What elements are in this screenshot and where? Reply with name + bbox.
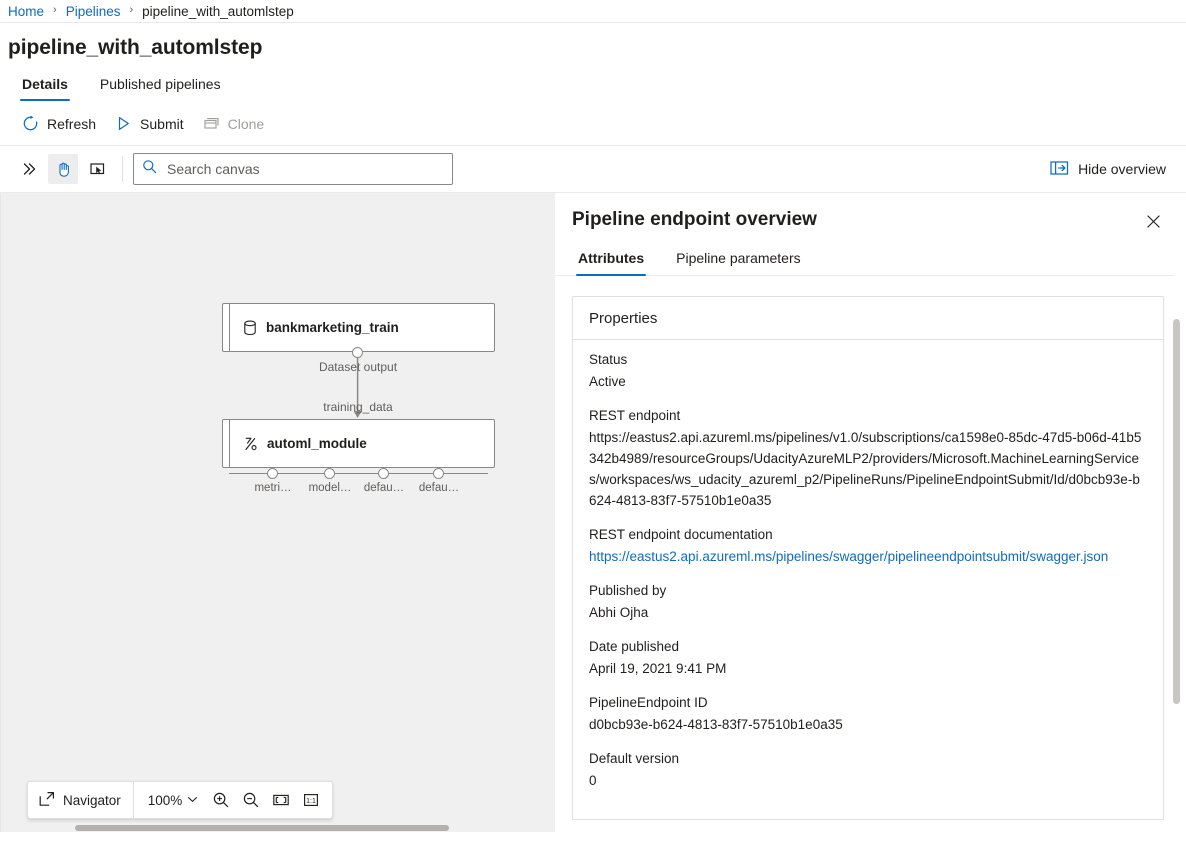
tab-published-pipelines[interactable]: Published pipelines [92, 76, 229, 101]
chevron-down-icon [187, 793, 198, 808]
graph-output-label-default-1: defau… [363, 482, 405, 494]
command-bar: Refresh Submit Clone [0, 102, 1186, 145]
toolbar-divider [122, 156, 123, 182]
graph-node-dataset-label: bankmarketing_train [266, 320, 399, 335]
clone-button: Clone [195, 110, 276, 137]
refresh-icon [22, 115, 39, 132]
refresh-button[interactable]: Refresh [14, 110, 107, 137]
breadcrumb-pipelines[interactable]: Pipelines [66, 4, 121, 19]
page-title: pipeline_with_automlstep [8, 36, 263, 59]
graph-node-automl-label: automl_module [267, 436, 367, 451]
pan-hand-tool[interactable] [48, 154, 78, 184]
chevron-double-right-icon[interactable] [14, 154, 44, 184]
refresh-label: Refresh [47, 115, 97, 132]
breadcrumb-separator-icon: › [53, 4, 57, 16]
panel-title: Pipeline endpoint overview [572, 209, 817, 230]
breadcrumb-separator-icon: › [129, 4, 134, 16]
navigator-expand-icon [39, 791, 55, 810]
node-accent-rail [229, 304, 230, 351]
select-cursor-tool[interactable] [82, 154, 112, 184]
canvas-horizontal-scrollbar[interactable] [1, 823, 555, 832]
database-icon [243, 320, 257, 336]
property-label: Published by [589, 583, 667, 599]
panel-tab-pipeline-parameters[interactable]: Pipeline parameters [670, 250, 807, 275]
stats-percent-icon [243, 436, 258, 452]
clone-icon [203, 115, 220, 132]
property-published-by: Published by Abhi Ojha [589, 581, 1147, 623]
properties-header: Properties [573, 297, 1163, 340]
property-label: Status [589, 352, 628, 367]
submit-label: Submit [140, 115, 184, 132]
panel-tab-attributes[interactable]: Attributes [572, 250, 650, 276]
navigator-button[interactable]: Navigator [28, 782, 134, 818]
search-canvas-box[interactable] [133, 153, 453, 185]
pipeline-graph-canvas[interactable]: bankmarketing_train Dataset output train… [0, 193, 555, 832]
property-label: Date published [589, 639, 680, 655]
panel-header: Pipeline endpoint overview [555, 193, 1186, 236]
default-version-value: 0 [589, 772, 597, 788]
search-icon [142, 159, 157, 179]
graph-output-port-default-1[interactable] [378, 468, 389, 479]
property-status: Status Active [589, 350, 1147, 392]
panel-body: Properties Status Active REST endpoint h… [555, 276, 1186, 832]
pipeline-endpoint-overview-panel: Pipeline endpoint overview Attributes Pi… [555, 193, 1186, 832]
graph-output-label-default-2: defau… [418, 482, 460, 494]
rest-endpoint-documentation-link[interactable]: https://eastus2.api.azureml.ms/pipelines… [589, 546, 1147, 567]
property-label: PipelineEndpoint ID [589, 694, 708, 710]
property-label: REST endpoint [589, 407, 681, 423]
graph-node-automl[interactable]: automl_module [222, 419, 495, 468]
close-icon[interactable] [1138, 206, 1168, 236]
status-badge: Active [589, 373, 626, 389]
property-rest-endpoint: REST endpoint https://eastus2.api.azurem… [589, 406, 1147, 511]
graph-output-label-metrics: metri… [254, 482, 292, 494]
clone-label: Clone [227, 115, 265, 132]
properties-card: Properties Status Active REST endpoint h… [572, 296, 1164, 820]
primary-tabs: Details Published pipelines [0, 60, 1186, 102]
navigator-bar: Navigator 100% 1:1 [27, 781, 334, 819]
breadcrumb-current: pipeline_with_automlstep [142, 3, 294, 19]
breadcrumb: Home › Pipelines › pipeline_with_automls… [0, 0, 1186, 23]
canvas-toolbar: Hide overview [0, 145, 1186, 193]
zoom-level-value: 100% [147, 792, 183, 808]
property-default-version: Default version 0 [589, 749, 1147, 791]
navigator-zoom-controls: 100% 1:1 [134, 786, 333, 814]
property-label: Default version [589, 750, 680, 766]
graph-output-port-model[interactable] [324, 468, 335, 479]
panel-scrollbar-thumb[interactable] [1173, 319, 1180, 704]
property-pipeline-endpoint-id: PipelineEndpoint ID d0bcb93e-b624-4813-8… [589, 693, 1147, 735]
zoom-level-dropdown[interactable]: 100% [141, 793, 206, 808]
fit-to-screen-icon[interactable] [267, 786, 295, 814]
published-by-value: Abhi Ojha [589, 604, 649, 620]
hide-overview-button[interactable]: Hide overview [1044, 155, 1172, 184]
property-label: REST endpoint documentation [589, 527, 773, 543]
pipeline-endpoint-id-value: d0bcb93e-b624-4813-83f7-57510b1e0a35 [589, 716, 843, 732]
property-date-published: Date published April 19, 2021 9:41 PM [589, 637, 1147, 679]
property-rest-endpoint-documentation: REST endpoint documentation https://east… [589, 525, 1147, 567]
edge-label-target: training_data [323, 400, 393, 414]
graph-output-port-metrics[interactable] [267, 468, 278, 479]
panel-tabs: Attributes Pipeline parameters [555, 236, 1174, 276]
date-published-value: April 19, 2021 9:41 PM [589, 660, 727, 676]
svg-text:1:1: 1:1 [306, 798, 316, 805]
hide-overview-label: Hide overview [1078, 161, 1166, 177]
panel-collapse-icon [1050, 160, 1069, 179]
actual-size-icon[interactable]: 1:1 [297, 786, 325, 814]
zoom-out-icon[interactable] [237, 786, 265, 814]
submit-button[interactable]: Submit [107, 110, 195, 137]
main-region: bankmarketing_train Dataset output train… [0, 193, 1186, 832]
panel-vertical-scrollbar[interactable] [1173, 319, 1180, 832]
breadcrumb-home[interactable]: Home [8, 4, 44, 19]
play-icon [115, 115, 132, 132]
graph-output-port-default-2[interactable] [433, 468, 444, 479]
node-accent-rail [229, 420, 230, 467]
rest-endpoint-value: https://eastus2.api.azureml.ms/pipelines… [589, 429, 1142, 509]
graph-node-dataset[interactable]: bankmarketing_train [222, 303, 495, 352]
navigator-label: Navigator [63, 792, 121, 808]
graph-output-label-model: model… [308, 482, 352, 494]
zoom-in-icon[interactable] [207, 786, 235, 814]
canvas-scrollbar-thumb[interactable] [75, 825, 449, 831]
tab-details[interactable]: Details [14, 76, 76, 101]
search-canvas-input[interactable] [165, 160, 444, 178]
properties-list: Status Active REST endpoint https://east… [573, 340, 1163, 819]
